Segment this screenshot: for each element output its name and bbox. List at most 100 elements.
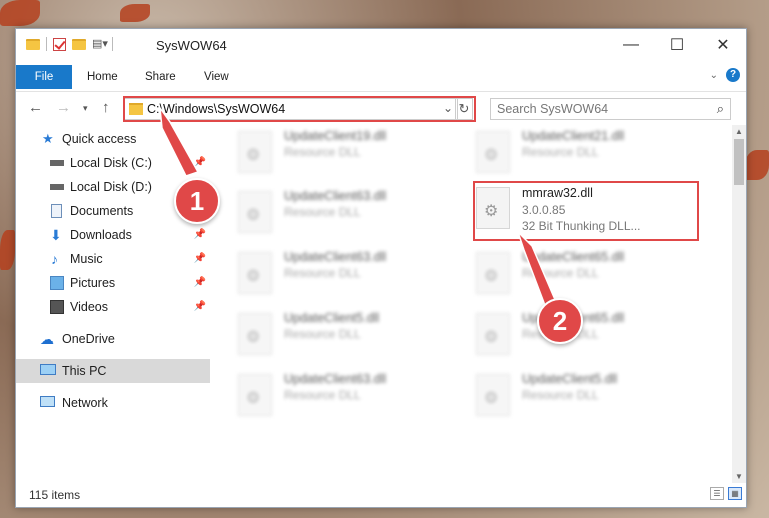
callout-step-2: 2 (537, 298, 583, 344)
title-bar: ▤▾ SysWOW64 — ☐ ✕ (16, 29, 746, 63)
desktop-leaf (0, 230, 15, 270)
quick-access-toolbar: ▤▾ (26, 37, 113, 51)
file-description: Resource DLL (284, 266, 361, 280)
desktop-leaf (0, 0, 40, 26)
sidebar-item-quick-access[interactable]: ★ Quick access (16, 127, 210, 151)
status-bar: 115 items ☰ ▦ (16, 483, 746, 507)
sidebar-item-videos[interactable]: Videos 📌 (16, 295, 210, 319)
dll-file-icon (476, 252, 510, 294)
search-input[interactable]: Search SysWOW64 ⌕ (490, 98, 731, 120)
file-description: Resource DLL (522, 145, 599, 159)
pin-icon[interactable]: 📌 (194, 271, 206, 295)
sidebar-item-label: Local Disk (D:) (70, 180, 152, 194)
help-icon[interactable]: ? (726, 68, 740, 82)
recent-locations-icon[interactable]: ▾ (83, 103, 88, 114)
file-name: UpdateClient5.dll (284, 311, 380, 325)
file-item[interactable]: UpdateClient63.dll Resource DLL (238, 185, 448, 241)
large-icons-view-icon[interactable]: ▦ (728, 487, 742, 500)
sidebar-item-pictures[interactable]: Pictures 📌 (16, 271, 210, 295)
file-item[interactable]: UpdateClient19.dll Resource DLL (238, 125, 448, 181)
file-item[interactable]: UpdateClient21.dll Resource DLL (476, 125, 686, 181)
details-view-icon[interactable]: ☰ (710, 487, 724, 500)
window-controls: — ☐ ✕ (608, 29, 746, 61)
vertical-scrollbar[interactable]: ▲ ▼ (732, 125, 746, 483)
pin-icon[interactable]: 📌 (194, 151, 206, 175)
dll-file-icon (476, 131, 510, 173)
explorer-window: ▤▾ SysWOW64 — ☐ ✕ File Home Share View ⌄… (15, 28, 747, 508)
up-arrow-icon[interactable]: ↑ (102, 99, 110, 116)
file-name: UpdateClient63.dll (284, 372, 387, 386)
pin-icon[interactable]: 📌 (194, 247, 206, 271)
file-name: UpdateClient19.dll (284, 129, 387, 143)
search-icon[interactable]: ⌕ (717, 101, 724, 117)
navigation-pane: ★ Quick access Local Disk (C:) 📌 Local D… (16, 125, 210, 483)
dll-file-icon (238, 313, 272, 355)
dll-file-icon (476, 313, 510, 355)
new-folder-icon[interactable] (72, 38, 86, 50)
downloads-icon: ⬇ (50, 227, 62, 243)
dll-file-icon (238, 131, 272, 173)
sidebar-item-onedrive[interactable]: ☁ OneDrive (16, 327, 210, 351)
sidebar-item-label: This PC (62, 364, 107, 378)
file-item[interactable]: UpdateClient63.dll Resource DLL (238, 368, 448, 424)
tab-file[interactable]: File (16, 65, 72, 89)
sidebar-item-label: OneDrive (62, 332, 115, 346)
window-title: SysWOW64 (156, 38, 227, 53)
star-icon: ★ (42, 131, 54, 146)
file-name: UpdateClient63.dll (284, 250, 387, 264)
file-name: UpdateClient63.dll (284, 189, 387, 203)
sidebar-item-this-pc[interactable]: This PC (16, 359, 210, 383)
file-description: Resource DLL (284, 327, 361, 341)
sidebar-item-label: Documents (70, 204, 134, 218)
file-item[interactable]: UpdateClient5.dll Resource DLL (476, 368, 686, 424)
toolbar-separator (112, 37, 113, 51)
minimize-button[interactable]: — (608, 29, 654, 61)
dll-file-icon (476, 374, 510, 416)
sidebar-item-local-disk-c[interactable]: Local Disk (C:) 📌 (16, 151, 210, 175)
scroll-up-icon[interactable]: ▲ (732, 127, 746, 136)
file-description: Resource DLL (522, 266, 599, 280)
file-description: Resource DLL (522, 388, 599, 402)
sidebar-item-label: Network (62, 396, 108, 410)
ribbon-tabs: File Home Share View ⌄ ? (16, 63, 746, 92)
folder-icon[interactable] (26, 38, 40, 50)
file-list: UpdateClient19.dll Resource DLL UpdateCl… (212, 125, 732, 483)
file-description: Resource DLL (284, 145, 361, 159)
customize-toolbar-icon[interactable]: ▤▾ (92, 37, 108, 51)
tab-home[interactable]: Home (87, 65, 118, 89)
sidebar-item-label: Local Disk (C:) (70, 156, 152, 170)
file-item[interactable]: UpdateClient65.dll Resource DLL (476, 246, 686, 302)
sidebar-item-label: Music (70, 252, 103, 266)
drive-icon (50, 160, 64, 166)
callout-step-1: 1 (174, 178, 220, 224)
pin-icon[interactable]: 📌 (194, 295, 206, 319)
file-name: UpdateClient21.dll (522, 129, 625, 143)
drive-icon (50, 184, 64, 190)
desktop-leaf (745, 150, 769, 180)
videos-icon (50, 300, 64, 314)
forward-arrow-icon[interactable]: → (56, 99, 71, 116)
file-name: UpdateClient65.dll (522, 250, 625, 264)
sidebar-item-label: Downloads (70, 228, 132, 242)
sidebar-item-downloads[interactable]: ⬇ Downloads 📌 (16, 223, 210, 247)
pin-icon[interactable]: 📌 (194, 223, 206, 247)
tab-view[interactable]: View (204, 65, 229, 89)
sidebar-item-label: Videos (70, 300, 108, 314)
expand-ribbon-icon[interactable]: ⌄ (710, 70, 718, 81)
file-item[interactable]: UpdateClient63.dll Resource DLL (238, 246, 448, 302)
sidebar-item-music[interactable]: ♪ Music 📌 (16, 247, 210, 271)
file-description: Resource DLL (284, 205, 361, 219)
tab-share[interactable]: Share (145, 65, 176, 89)
main-area: ★ Quick access Local Disk (C:) 📌 Local D… (16, 125, 746, 483)
address-row: ← → ▾ ↑ C:\Windows\SysWOW64 ⌄ ↻ Search S… (16, 92, 746, 126)
close-button[interactable]: ✕ (700, 29, 746, 61)
sidebar-item-network[interactable]: Network (16, 391, 210, 415)
scroll-down-icon[interactable]: ▼ (732, 472, 746, 481)
address-highlight-box (123, 96, 476, 122)
back-arrow-icon[interactable]: ← (28, 99, 43, 116)
scrollbar-thumb[interactable] (734, 139, 744, 185)
dll-file-icon (238, 374, 272, 416)
properties-icon[interactable] (53, 37, 66, 51)
file-item[interactable]: UpdateClient5.dll Resource DLL (238, 307, 448, 363)
maximize-button[interactable]: ☐ (654, 29, 700, 61)
